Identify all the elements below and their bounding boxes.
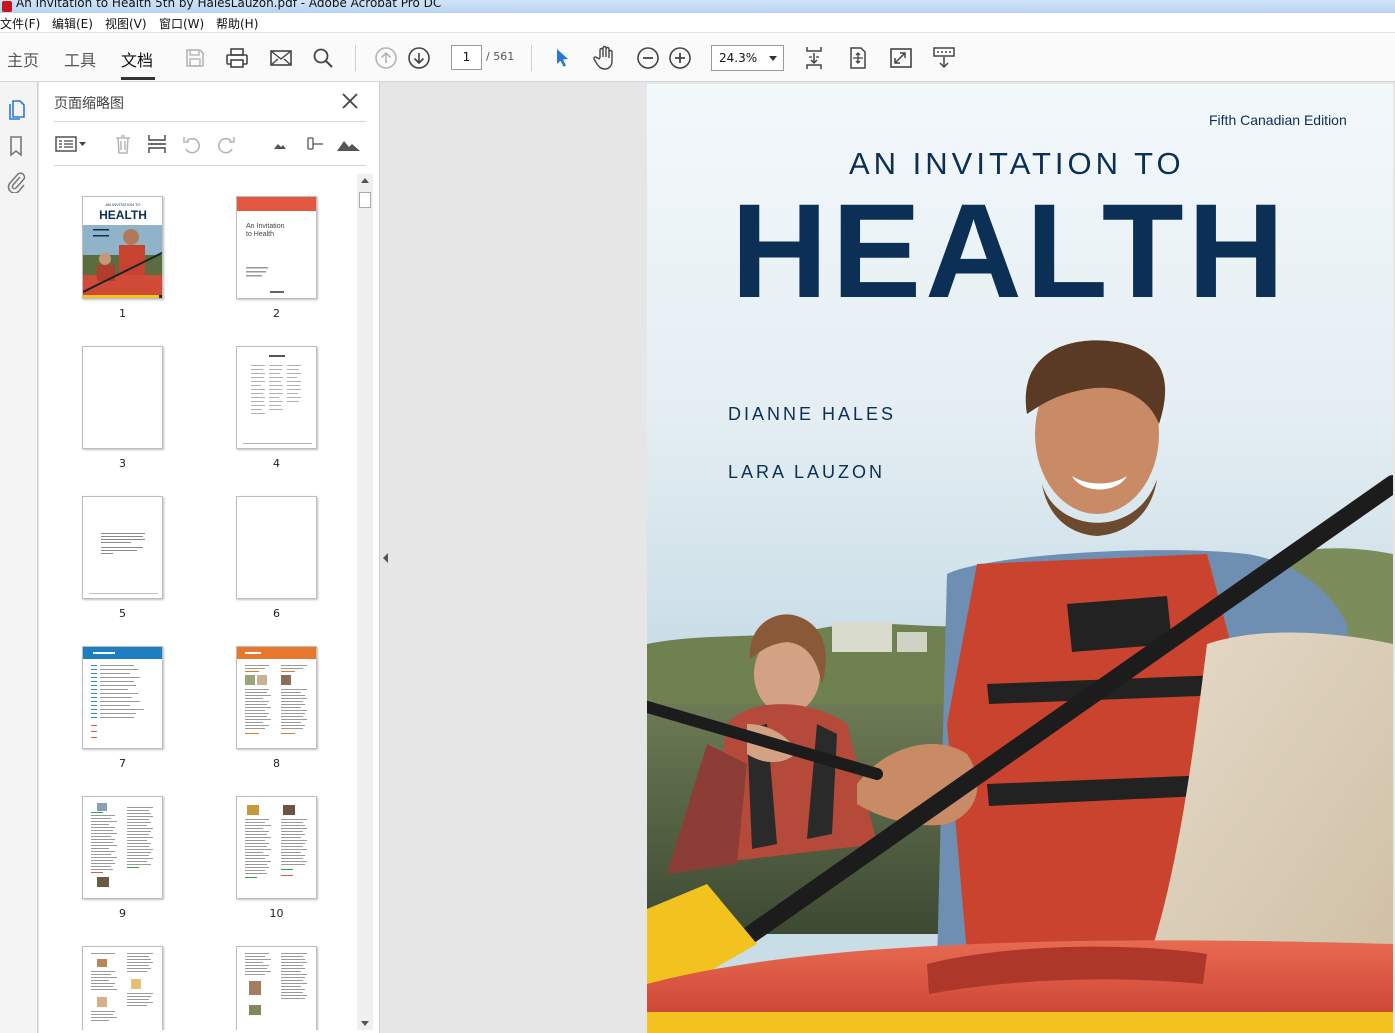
thumbnail-page-2[interactable]: An Invitation to Health — [236, 196, 317, 299]
thumbnail-page-8[interactable] — [236, 646, 317, 749]
email-icon[interactable] — [268, 45, 294, 71]
zoom-out-icon[interactable] — [635, 45, 661, 71]
active-tab-indicator — [121, 77, 155, 80]
thumbnail-label: 10 — [269, 907, 284, 920]
thumbnail-page-6[interactable] — [236, 496, 317, 599]
select-cursor-icon[interactable] — [549, 45, 575, 71]
thumbnail-size-slider[interactable] — [302, 132, 328, 156]
thumbnail-label: 4 — [273, 457, 280, 470]
thumbnail-label: 5 — [119, 607, 126, 620]
read-mode-icon[interactable] — [931, 45, 957, 71]
scroll-up-icon[interactable] — [361, 178, 369, 183]
save-icon[interactable] — [182, 45, 208, 71]
page-total-label: / 561 — [486, 50, 515, 63]
thumbnail-page-7[interactable] — [82, 646, 163, 749]
svg-text:HEALTH: HEALTH — [99, 208, 147, 222]
navigation-pane-rail — [0, 82, 38, 1033]
cover-author-2: LARA LAUZON — [728, 462, 886, 482]
scrollbar-thumb[interactable] — [359, 192, 371, 208]
toolbar-separator — [355, 45, 356, 71]
thumbnail-page-1[interactable]: AN INVITATION TO HEALTH — [82, 196, 163, 299]
cover-author-1: DIANNE HALES — [728, 404, 897, 424]
menu-bar: 文件(F) 编辑(E) 视图(V) 窗口(W) 帮助(H) — [0, 13, 1395, 33]
tab-tools[interactable]: 工具 — [64, 47, 96, 71]
thumbnail-page-5[interactable] — [82, 496, 163, 599]
full-screen-icon[interactable] — [888, 45, 914, 71]
thumbnail-page-11[interactable] — [82, 946, 163, 1030]
hand-tool-icon[interactable] — [592, 45, 618, 71]
page-number-input[interactable]: 1 — [451, 45, 482, 70]
thumbnail-page-10[interactable] — [236, 796, 317, 899]
thumbnail-label: 6 — [273, 607, 280, 620]
svg-text:to Health: to Health — [246, 231, 274, 238]
shrink-thumbnails-icon[interactable] — [267, 132, 293, 156]
panel-divider — [54, 121, 366, 122]
menu-edit[interactable]: 编辑(E) — [52, 15, 93, 32]
insert-page-icon[interactable] — [144, 132, 170, 156]
fit-page-icon[interactable] — [845, 45, 871, 71]
window-title: An Invitation to Health 5th by HalesLauz… — [16, 0, 442, 10]
thumbnail-page-12[interactable] — [236, 946, 317, 1030]
thumbnail-list: AN INVITATION TO HEALTH 1 An Invitation … — [39, 174, 374, 1030]
attachments-icon[interactable] — [5, 170, 27, 194]
acrobat-logo-icon — [2, 1, 12, 12]
panel-title: 页面缩略图 — [54, 96, 124, 112]
zoom-level-dropdown[interactable]: 24.3% — [711, 45, 784, 71]
pdf-page[interactable]: Fifth Canadian Edition AN INVITATION TO … — [647, 84, 1393, 1033]
menu-file[interactable]: 文件(F) — [0, 15, 40, 32]
document-view[interactable]: Fifth Canadian Edition AN INVITATION TO … — [380, 82, 1395, 1033]
next-page-icon[interactable] — [406, 45, 432, 71]
thumbnail-page-3[interactable] — [82, 346, 163, 449]
svg-text:An Invitation: An Invitation — [246, 223, 285, 230]
thumbnail-label: 1 — [119, 307, 126, 320]
window-title-bar: An Invitation to Health 5th by HalesLauz… — [0, 0, 1395, 13]
tab-home[interactable]: 主页 — [7, 47, 39, 71]
cover-title: HEALTH — [731, 177, 1289, 326]
scroll-down-icon[interactable] — [361, 1021, 369, 1026]
menu-help[interactable]: 帮助(H) — [216, 15, 258, 32]
zoom-value: 24.3% — [719, 51, 758, 65]
page-thumbnails-panel: 页面缩略图 AN INVITATION TO HEALTH 1 An Invit… — [39, 82, 380, 1033]
menu-view[interactable]: 视图(V) — [105, 15, 147, 32]
tab-document[interactable]: 文档 — [121, 47, 153, 71]
thumbnail-label: 7 — [119, 757, 126, 770]
chevron-down-icon — [769, 56, 777, 61]
collapse-panel-icon[interactable] — [383, 553, 388, 563]
print-icon[interactable] — [224, 45, 250, 71]
thumbnail-label: 3 — [119, 457, 126, 470]
search-icon[interactable] — [310, 45, 336, 71]
main-toolbar: 主页 工具 文档 1 / 561 24.3% — [0, 33, 1395, 82]
delete-pages-icon[interactable] — [110, 132, 136, 156]
thumbnail-label: 2 — [273, 307, 280, 320]
rotate-counterclockwise-icon[interactable] — [179, 132, 205, 156]
previous-page-icon[interactable] — [373, 45, 399, 71]
scrolling-mode-icon[interactable] — [801, 45, 827, 71]
enlarge-thumbnails-icon[interactable] — [336, 132, 362, 156]
menu-window[interactable]: 窗口(W) — [159, 15, 204, 32]
cover-edition: Fifth Canadian Edition — [1209, 112, 1347, 128]
thumbnail-label: 8 — [273, 757, 280, 770]
thumbnail-label: 9 — [119, 907, 126, 920]
page-thumbnails-icon[interactable] — [5, 98, 27, 122]
close-icon[interactable] — [340, 91, 360, 111]
thumbnail-page-4[interactable] — [236, 346, 317, 449]
rotate-clockwise-icon[interactable] — [213, 132, 239, 156]
svg-text:AN INVITATION TO: AN INVITATION TO — [105, 202, 140, 207]
thumbnail-options-icon[interactable] — [54, 132, 88, 156]
zoom-in-icon[interactable] — [667, 45, 693, 71]
panel-divider — [54, 165, 366, 166]
bookmarks-icon[interactable] — [5, 134, 27, 158]
thumbnail-scrollbar[interactable] — [357, 174, 373, 1030]
thumbnail-page-9[interactable] — [82, 796, 163, 899]
toolbar-separator — [531, 45, 532, 71]
